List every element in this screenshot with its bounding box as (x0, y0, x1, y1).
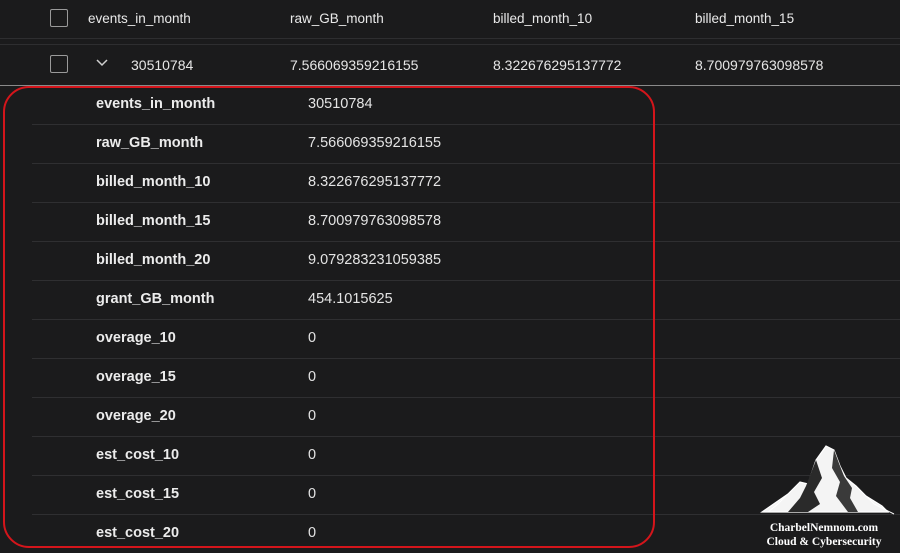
column-header-billed-month-15[interactable]: billed_month_15 (695, 12, 794, 26)
detail-value: 30510784 (308, 96, 373, 112)
row-select-checkbox[interactable] (50, 55, 68, 73)
detail-row-overage-20: overage_20 0 (32, 397, 900, 437)
cell-billed-month-10: 8.322676295137772 (493, 57, 622, 73)
detail-row-overage-15: overage_15 0 (32, 358, 900, 398)
detail-row-events-in-month: events_in_month 30510784 (32, 85, 900, 125)
detail-key: est_cost_20 (96, 525, 180, 541)
grid-header-row: events_in_month raw_GB_month billed_mont… (0, 0, 900, 39)
detail-key: raw_GB_month (96, 135, 204, 151)
detail-row-overage-10: overage_10 0 (32, 319, 900, 359)
detail-value: 0 (308, 408, 317, 424)
column-header-billed-month-10[interactable]: billed_month_10 (493, 12, 592, 26)
detail-key: billed_month_10 (96, 174, 211, 190)
cell-billed-month-15: 8.700979763098578 (695, 57, 824, 73)
detail-value: 8.700979763098578 (308, 213, 442, 229)
watermark-site: CharbelNemnom.com (769, 522, 879, 534)
detail-key: grant_GB_month (96, 291, 215, 307)
detail-key: overage_20 (96, 408, 176, 424)
detail-row-billed-month-15: billed_month_15 8.700979763098578 (32, 202, 900, 242)
detail-value: 9.079283231059385 (308, 252, 442, 268)
detail-row-billed-month-20: billed_month_20 9.079283231059385 (32, 241, 900, 281)
table-row[interactable]: 30510784 7.566069359216155 8.32267629513… (0, 44, 900, 86)
detail-key: billed_month_20 (96, 252, 211, 268)
detail-value: 8.322676295137772 (308, 174, 442, 190)
watermark-tagline: Cloud & Cybersecurity (766, 536, 882, 548)
chevron-down-icon[interactable] (95, 56, 109, 70)
detail-key: events_in_month (96, 96, 216, 112)
detail-row-raw-gb-month: raw_GB_month 7.566069359216155 (32, 124, 900, 164)
cell-events-in-month: 30510784 (131, 57, 194, 73)
detail-row-billed-month-10: billed_month_10 8.322676295137772 (32, 163, 900, 203)
detail-value: 454.1015625 (308, 291, 393, 307)
column-header-raw-gb-month[interactable]: raw_GB_month (290, 12, 384, 26)
detail-value: 0 (308, 330, 317, 346)
detail-value: 7.566069359216155 (308, 135, 442, 151)
detail-value: 0 (308, 525, 317, 541)
watermark-logo: CharbelNemnom.com Cloud & Cybersecurity (748, 438, 900, 550)
detail-value: 0 (308, 486, 317, 502)
detail-key: est_cost_15 (96, 486, 180, 502)
detail-key: overage_10 (96, 330, 176, 346)
column-header-events-in-month[interactable]: events_in_month (88, 12, 191, 26)
mountain-logo-icon (760, 445, 895, 515)
results-grid: events_in_month raw_GB_month billed_mont… (0, 0, 900, 550)
detail-key: billed_month_15 (96, 213, 211, 229)
cell-raw-gb-month: 7.566069359216155 (290, 57, 419, 73)
select-all-checkbox[interactable] (50, 9, 68, 27)
detail-value: 0 (308, 369, 317, 385)
detail-key: overage_15 (96, 369, 176, 385)
detail-row-grant-gb-month: grant_GB_month 454.1015625 (32, 280, 900, 320)
detail-key: est_cost_10 (96, 447, 180, 463)
detail-value: 0 (308, 447, 317, 463)
